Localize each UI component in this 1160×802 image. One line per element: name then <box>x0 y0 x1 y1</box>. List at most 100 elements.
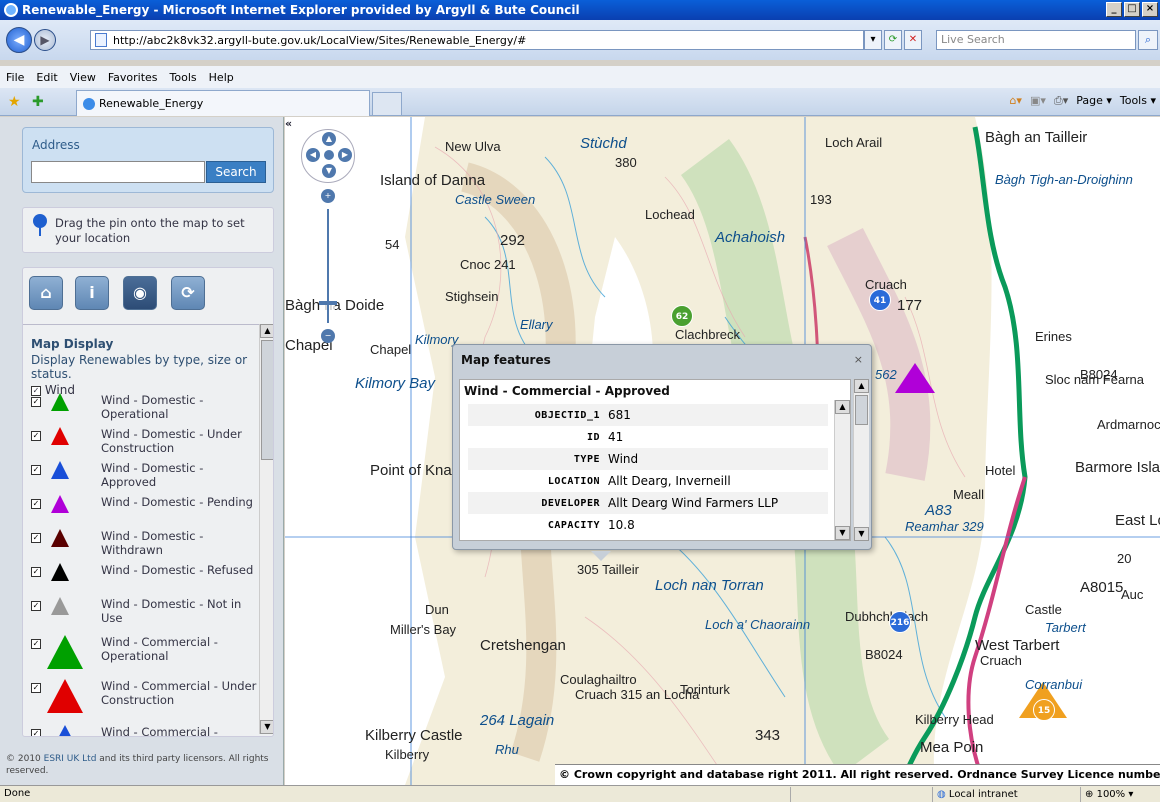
tools-menu[interactable]: Tools ▾ <box>1120 94 1156 108</box>
stop-icon[interactable]: ✕ <box>904 30 922 50</box>
search-icon[interactable]: ⌕ <box>1138 30 1158 50</box>
legend-checkbox[interactable]: ✓ <box>31 729 41 736</box>
command-bar: ⌂▾ ▣▾ ⎙▾ Page ▾ Tools ▾ <box>1009 94 1156 108</box>
legend-checkbox[interactable]: ✓ <box>31 397 41 407</box>
refresh-icon[interactable]: ⟳ <box>884 30 902 50</box>
pan-down-icon[interactable]: ▼ <box>322 164 336 178</box>
pan-left-icon[interactable]: ◀ <box>306 148 320 162</box>
legend-item[interactable]: ✓ Wind - Commercial - Operational <box>31 635 218 669</box>
legend-description: Display Renewables by type, size or stat… <box>31 353 248 381</box>
map-place-label: 380 <box>615 155 637 170</box>
map-place-label: Auc <box>1121 587 1144 602</box>
menu-file[interactable]: File <box>6 71 24 84</box>
map-place-label: 193 <box>810 192 832 207</box>
forward-button[interactable]: ▶ <box>34 29 56 51</box>
legend-item[interactable]: ✓ Wind - Domestic - Not in Use <box>31 597 241 625</box>
new-tab-button[interactable] <box>372 92 402 116</box>
search-button[interactable]: Search <box>206 161 266 183</box>
url-dropdown-button[interactable]: ▾ <box>864 30 882 50</box>
menu-help[interactable]: Help <box>209 71 234 84</box>
legend-scrollbar[interactable]: ▲ ▼ <box>259 324 273 734</box>
map-place-label: Ardmarnock <box>1097 417 1160 432</box>
favorites-star-icon[interactable]: ★ <box>8 94 21 110</box>
legend-item[interactable]: ✓ Wind - Domestic - Pending <box>31 495 253 513</box>
menu-tools[interactable]: Tools <box>170 71 197 84</box>
zoom-in-icon[interactable]: + <box>321 189 335 203</box>
popup-scroll-up[interactable]: ▲ <box>854 379 869 393</box>
sidebar: Address Search Drag the pin onto the map… <box>0 117 284 785</box>
map-cluster-marker[interactable]: 216 <box>889 611 911 633</box>
popup-scroll-thumb[interactable] <box>855 395 868 425</box>
address-input[interactable] <box>31 161 205 183</box>
zoom-slider[interactable] <box>319 301 337 305</box>
popup-close-icon[interactable]: × <box>854 353 863 366</box>
legend-item[interactable]: ✓ Wind - Domestic - Operational <box>31 393 203 421</box>
map-view[interactable]: Stùchd 380 Loch Arail Bàgh an Tailleir Bàgh … <box>285 117 1160 785</box>
globe-icon: ◍ <box>937 789 946 800</box>
minimize-button[interactable]: _ <box>1106 2 1122 17</box>
info-button[interactable]: i <box>75 276 109 310</box>
popup-scrollbar[interactable]: ▲ ▼ <box>853 379 869 541</box>
pan-center-icon[interactable] <box>324 150 334 160</box>
maximize-button[interactable]: □ <box>1124 2 1140 17</box>
page-menu[interactable]: Page ▾ <box>1076 94 1112 108</box>
map-place-label: Barmore Island <box>1075 459 1160 476</box>
collapse-panel-button[interactable]: « <box>285 117 299 131</box>
legend-checkbox[interactable]: ✓ <box>31 533 41 543</box>
pan-up-icon[interactable]: ▲ <box>322 132 336 146</box>
legend-checkbox[interactable]: ✓ <box>31 639 41 649</box>
home-button[interactable]: ⌂ <box>29 276 63 310</box>
popup-scroll-down[interactable]: ▼ <box>854 527 869 541</box>
legend-label: Wind - Domestic - Pending <box>101 495 253 509</box>
menu-view[interactable]: View <box>70 71 96 84</box>
legend-checkbox[interactable]: ✓ <box>31 601 41 611</box>
attribute-key: DEVELOPER <box>541 497 600 509</box>
live-search-input[interactable]: Live Search <box>936 30 1136 50</box>
legend-item[interactable]: ✓ Wind - Domestic - Withdrawn <box>31 529 203 557</box>
legend-item[interactable]: ✓ Wind - Domestic - Refused <box>31 563 253 581</box>
refresh-button[interactable]: ⟳ <box>171 276 205 310</box>
map-cluster-marker[interactable]: 41 <box>869 289 891 311</box>
zoom-level[interactable]: ⊕ 100% ▾ <box>1080 787 1160 802</box>
scroll-up-arrow[interactable]: ▲ <box>260 324 273 338</box>
attributes-scrollbar[interactable]: ▲ ▼ <box>834 400 850 540</box>
legend-checkbox[interactable]: ✓ <box>31 465 41 475</box>
close-window-button[interactable]: × <box>1142 2 1158 17</box>
tab-renewable-energy[interactable]: Renewable_Energy <box>76 90 370 116</box>
esri-link[interactable]: ESRI UK Ltd <box>44 754 97 764</box>
legend-checkbox[interactable]: ✓ <box>31 431 41 441</box>
map-display-button[interactable]: ◉ <box>123 276 157 310</box>
url-field[interactable]: http://abc2k8vk32.argyll-bute.gov.uk/Loc… <box>90 30 864 50</box>
map-place-label: Meall <box>953 487 985 502</box>
print-icon[interactable]: ⎙▾ <box>1054 94 1068 108</box>
legend-item[interactable]: ✓ Wind - Domestic - Approved <box>31 461 203 489</box>
attributes-scroll-up[interactable]: ▲ <box>835 400 850 414</box>
map-place-label: Torinturk <box>680 682 730 697</box>
legend-item[interactable]: ✓ Wind - Domestic - Under Construction <box>31 427 242 455</box>
legend-item[interactable]: ✓ Wind - Commercial - Under Construction <box>31 679 256 713</box>
scroll-thumb[interactable] <box>261 340 273 460</box>
attributes-scroll-down[interactable]: ▼ <box>835 526 850 540</box>
legend-checkbox[interactable]: ✓ <box>31 683 41 693</box>
legend-item[interactable]: ✓ Wind - Commercial - <box>31 725 218 736</box>
menu-favorites[interactable]: Favorites <box>108 71 158 84</box>
map-place-label: Reamhar 329 <box>905 519 984 534</box>
legend-checkbox[interactable]: ✓ <box>31 567 41 577</box>
feeds-icon[interactable]: ▣▾ <box>1030 94 1046 108</box>
legend-label: Wind - Domestic - Refused <box>101 563 254 577</box>
address-search-box: Address Search <box>22 127 274 193</box>
map-cluster-marker[interactable]: 62 <box>671 305 693 327</box>
back-button[interactable]: ◀ <box>6 27 32 53</box>
map-place-label: Bàgh Tigh-an-Droighinn <box>995 172 1133 187</box>
zoom-out-icon[interactable]: − <box>321 329 335 343</box>
pan-right-icon[interactable]: ▶ <box>338 148 352 162</box>
scroll-down-arrow[interactable]: ▼ <box>260 720 273 734</box>
attribute-key: LOCATION <box>547 475 600 487</box>
map-cluster-marker[interactable]: 15 <box>1033 699 1055 721</box>
add-favorites-icon[interactable]: ✚ <box>32 94 44 110</box>
legend-checkbox[interactable]: ✓ <box>31 499 41 509</box>
home-icon[interactable]: ⌂▾ <box>1009 94 1022 108</box>
legend-label: Wind - Commercial - Operational <box>101 635 218 663</box>
zoom-track[interactable] <box>327 209 329 323</box>
menu-edit[interactable]: Edit <box>36 71 57 84</box>
